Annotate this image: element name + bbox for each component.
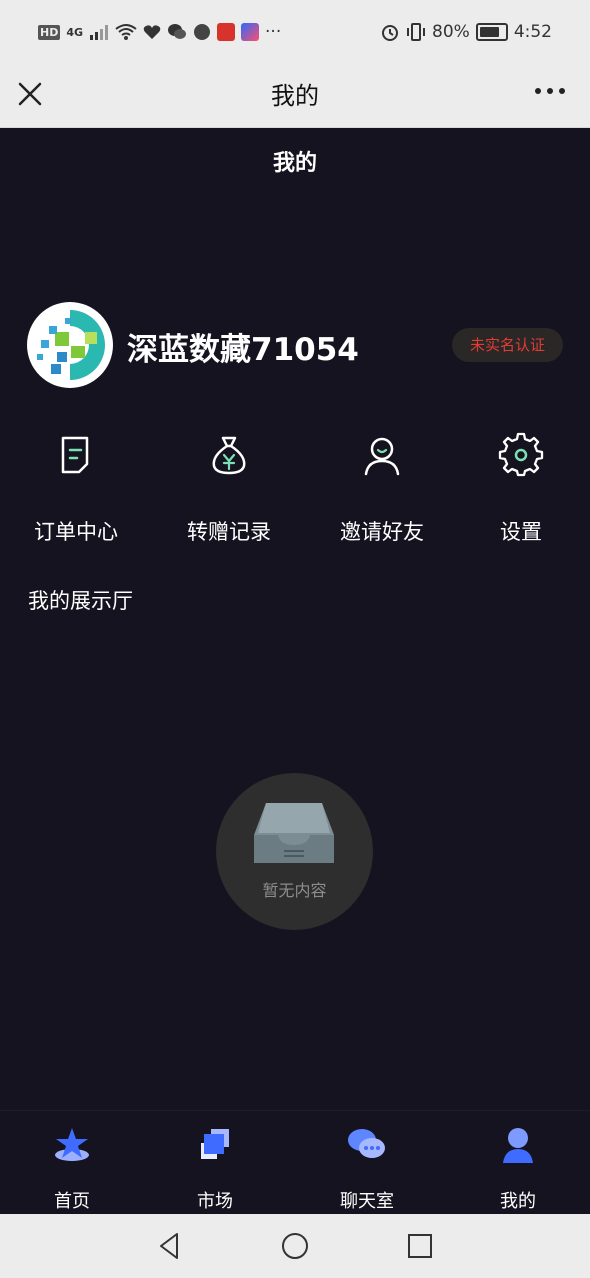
window-title: 我的 bbox=[271, 82, 319, 110]
recents-icon[interactable] bbox=[405, 1231, 435, 1261]
nav-item-chat-room[interactable]: 聊天室 bbox=[312, 1125, 422, 1213]
market-icon bbox=[201, 1129, 229, 1159]
bottom-navigation: 首页 市场 聊天室 我的 bbox=[0, 1110, 590, 1215]
section-title-showroom: 我的展示厅 bbox=[28, 589, 133, 613]
menu-item-invite-friends[interactable]: 邀请好友 bbox=[307, 432, 457, 546]
back-icon[interactable] bbox=[155, 1231, 185, 1261]
menu-item-transfer-records[interactable]: 转赠记录 bbox=[154, 432, 304, 546]
empty-inbox-icon bbox=[254, 803, 334, 863]
status-bar: HD 4G ··· 80% 4:52 bbox=[0, 0, 590, 66]
nav-label: 聊天室 bbox=[340, 1191, 394, 1212]
nav-label: 我的 bbox=[500, 1191, 536, 1212]
status-bar-left: HD 4G ··· bbox=[38, 22, 281, 42]
order-icon bbox=[61, 436, 89, 474]
alarm-icon bbox=[382, 25, 399, 41]
network-type-label: 4G bbox=[66, 25, 84, 39]
battery-percent: 80% bbox=[432, 22, 470, 42]
battery-icon bbox=[475, 23, 508, 41]
app-icon-multicolor bbox=[241, 23, 260, 41]
menu-item-label: 邀请好友 bbox=[340, 520, 424, 544]
chat-icon bbox=[348, 1129, 385, 1158]
nav-label: 市场 bbox=[197, 1191, 233, 1212]
menu-item-label: 设置 bbox=[500, 520, 542, 544]
system-navigation-bar bbox=[0, 1214, 590, 1278]
username: 深蓝数藏71054 bbox=[127, 332, 359, 368]
money-bag-icon bbox=[212, 436, 246, 475]
wifi-icon bbox=[115, 24, 137, 40]
status-bar-right: 80% 4:52 bbox=[380, 22, 552, 42]
title-bar: 我的 bbox=[0, 66, 590, 128]
user-invite-icon bbox=[364, 437, 400, 476]
profile-icon bbox=[503, 1128, 533, 1163]
home-star-icon bbox=[55, 1128, 89, 1161]
empty-state-text: 暂无内容 bbox=[262, 881, 327, 900]
home-icon[interactable] bbox=[280, 1231, 310, 1261]
wechat-icon bbox=[168, 24, 187, 39]
verification-status-badge[interactable]: 未实名认证 bbox=[452, 328, 563, 362]
health-heart-icon bbox=[143, 25, 161, 39]
nav-label: 首页 bbox=[54, 1191, 90, 1212]
nav-item-home[interactable]: 首页 bbox=[17, 1125, 127, 1213]
menu-item-orders[interactable]: 订单中心 bbox=[1, 432, 151, 546]
empty-state: 暂无内容 bbox=[216, 773, 373, 930]
more-notifications-indicator: ··· bbox=[265, 22, 282, 42]
nav-item-market[interactable]: 市场 bbox=[160, 1125, 270, 1213]
gear-icon bbox=[498, 432, 544, 477]
menu-item-label: 转赠记录 bbox=[187, 520, 271, 544]
signal-icon bbox=[90, 25, 109, 40]
menu-item-settings[interactable]: 设置 bbox=[446, 432, 590, 546]
hd-indicator: HD bbox=[38, 24, 61, 40]
more-icon[interactable] bbox=[532, 76, 568, 106]
avatar[interactable] bbox=[27, 302, 113, 388]
avatar-logo-image bbox=[30, 305, 110, 385]
page-title: 我的 bbox=[272, 151, 317, 176]
app-icon-red bbox=[217, 23, 236, 41]
vibrate-icon bbox=[407, 23, 426, 41]
nav-item-profile[interactable]: 我的 bbox=[463, 1125, 573, 1213]
menu-item-label: 订单中心 bbox=[34, 520, 118, 544]
app-icon-ball bbox=[194, 24, 211, 40]
clock: 4:52 bbox=[513, 22, 552, 42]
